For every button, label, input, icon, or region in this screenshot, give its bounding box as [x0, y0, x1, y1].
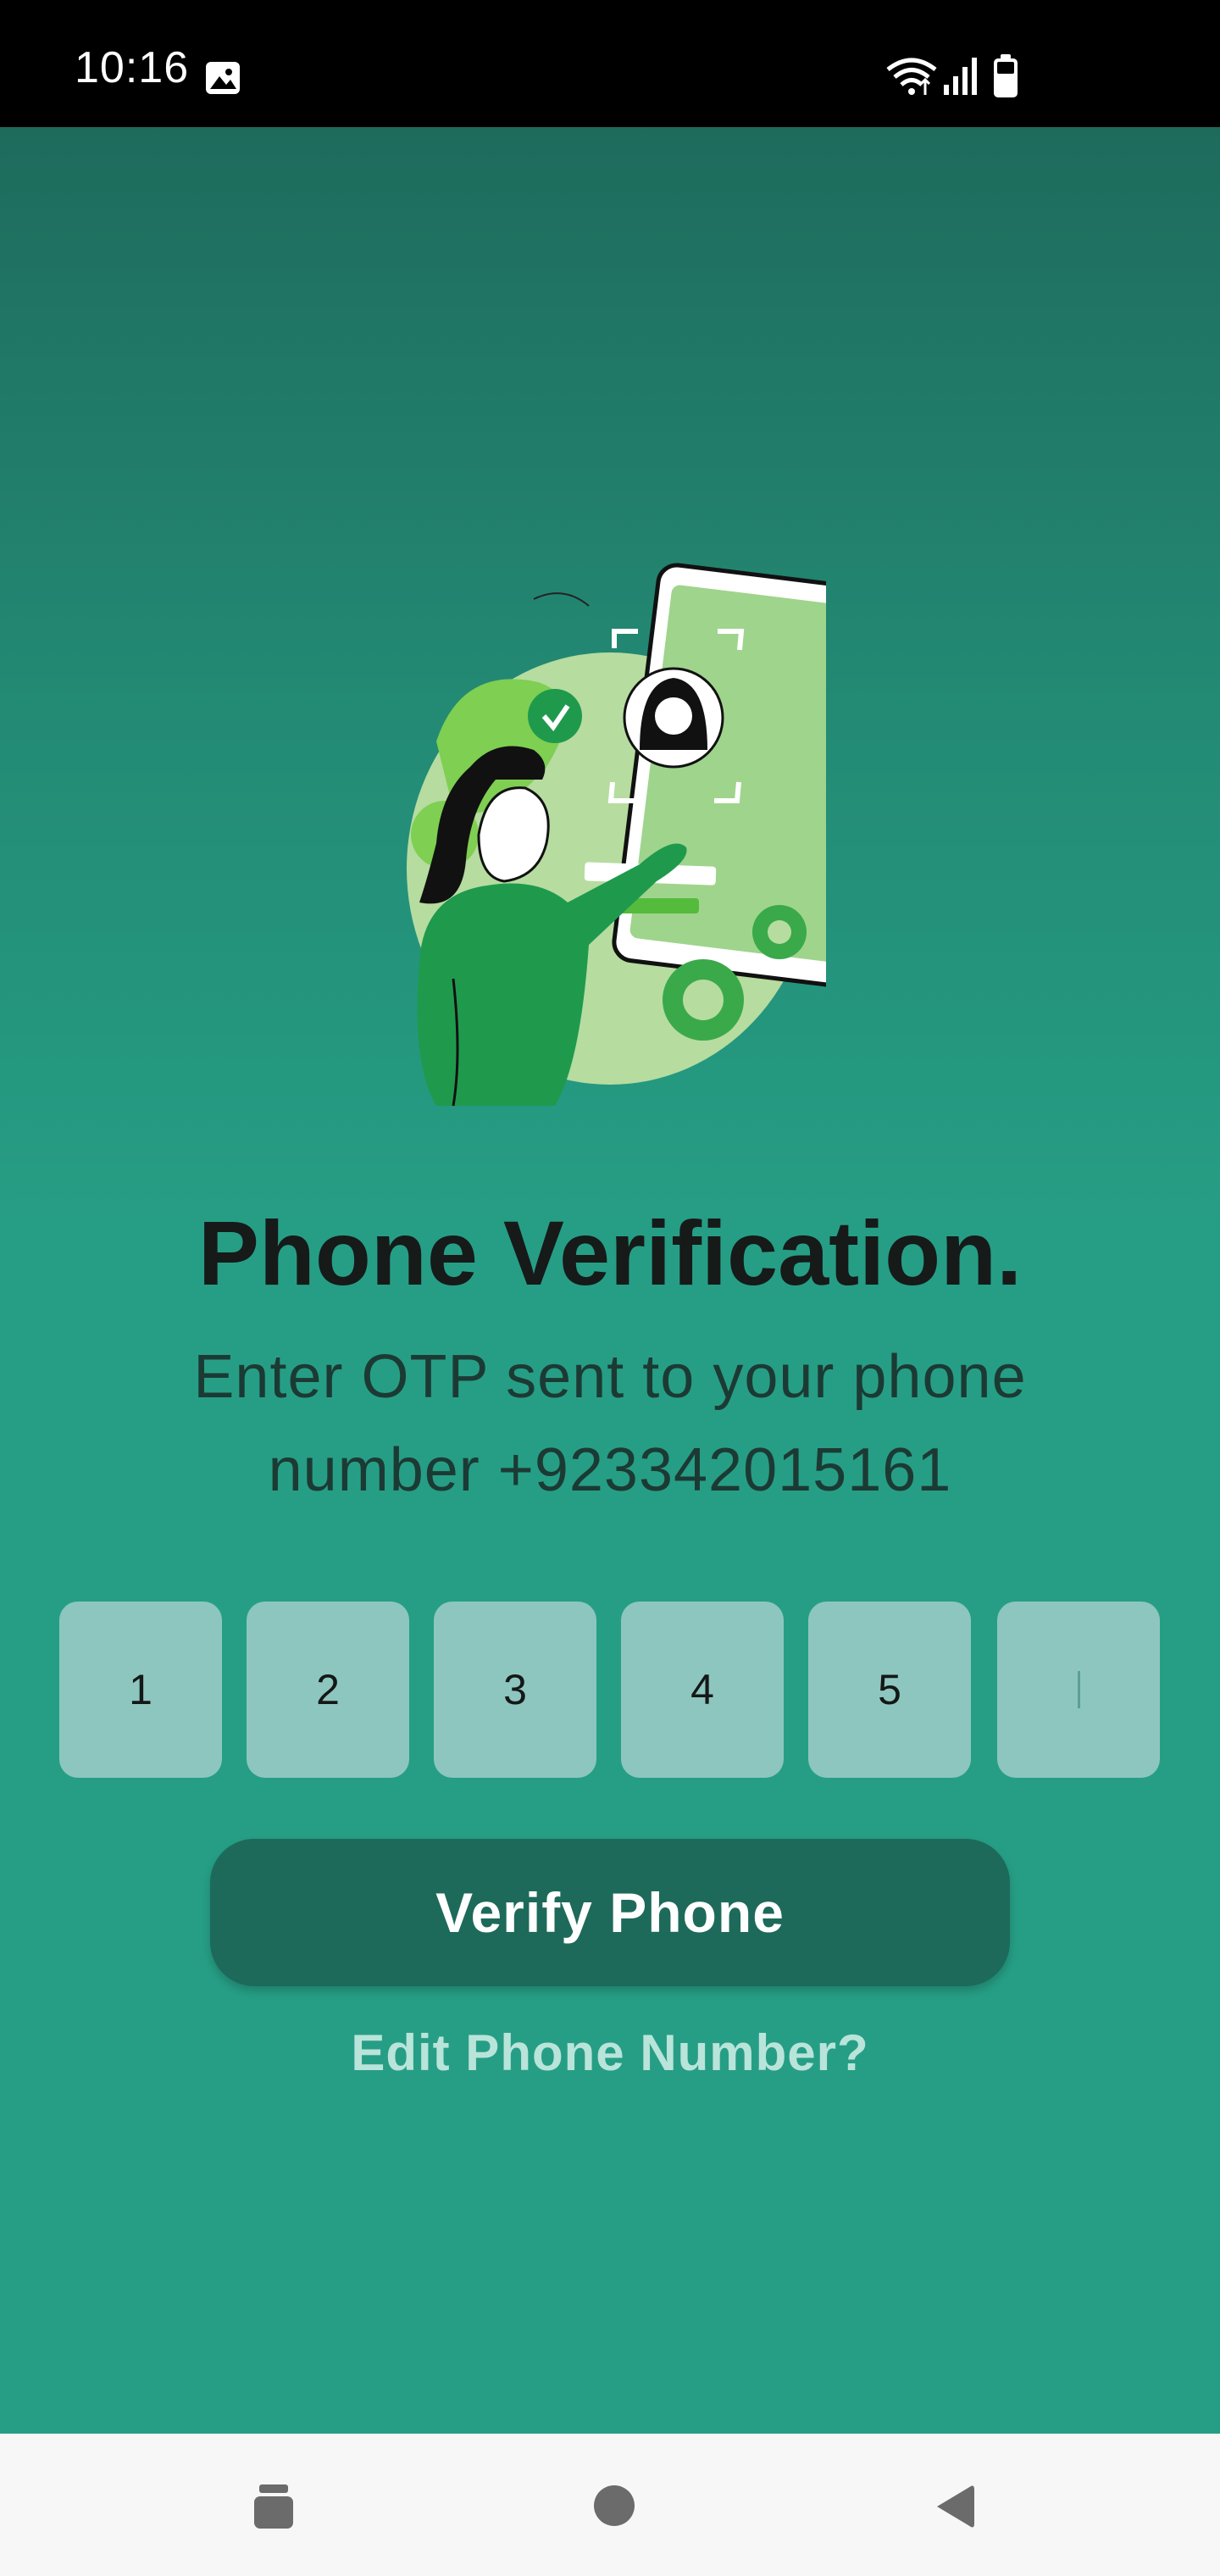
verification-screen: Phone Verification. Enter OTP sent to yo…: [0, 127, 1220, 2434]
gallery-icon: [206, 62, 240, 94]
otp-instructions: Enter OTP sent to your phone number +923…: [152, 1330, 1068, 1517]
edit-phone-number-link[interactable]: Edit Phone Number?: [0, 2024, 1220, 2082]
otp-digit-6[interactable]: [997, 1602, 1160, 1778]
status-bar: 10:16: [0, 0, 1220, 127]
otp-instructions-line-1: Enter OTP sent to your phone: [193, 1343, 1027, 1411]
verify-phone-button[interactable]: Verify Phone: [210, 1839, 1010, 1986]
battery-icon: [994, 54, 1018, 97]
otp-digit-2[interactable]: 2: [247, 1602, 409, 1778]
otp-digit-1[interactable]: 1: [59, 1602, 222, 1778]
recents-icon[interactable]: [252, 2484, 295, 2529]
text-cursor: [1077, 1671, 1080, 1708]
navigation-bar: [0, 2434, 1220, 2576]
status-time: 10:16: [75, 43, 190, 92]
wifi-icon: [886, 58, 937, 95]
otp-input-group: 1 2 3 4 5: [59, 1602, 1161, 1778]
signal-icon: [944, 58, 977, 95]
otp-digit-4[interactable]: 4: [621, 1602, 784, 1778]
otp-digit-3[interactable]: 3: [434, 1602, 596, 1778]
home-icon[interactable]: [593, 2484, 635, 2527]
back-icon[interactable]: [934, 2483, 976, 2530]
otp-instructions-line-2: number +923342015161: [268, 1436, 952, 1504]
phone-verification-illustration: [407, 563, 826, 1107]
otp-digit-5[interactable]: 5: [808, 1602, 971, 1778]
page-title: Phone Verification.: [197, 1202, 1023, 1304]
